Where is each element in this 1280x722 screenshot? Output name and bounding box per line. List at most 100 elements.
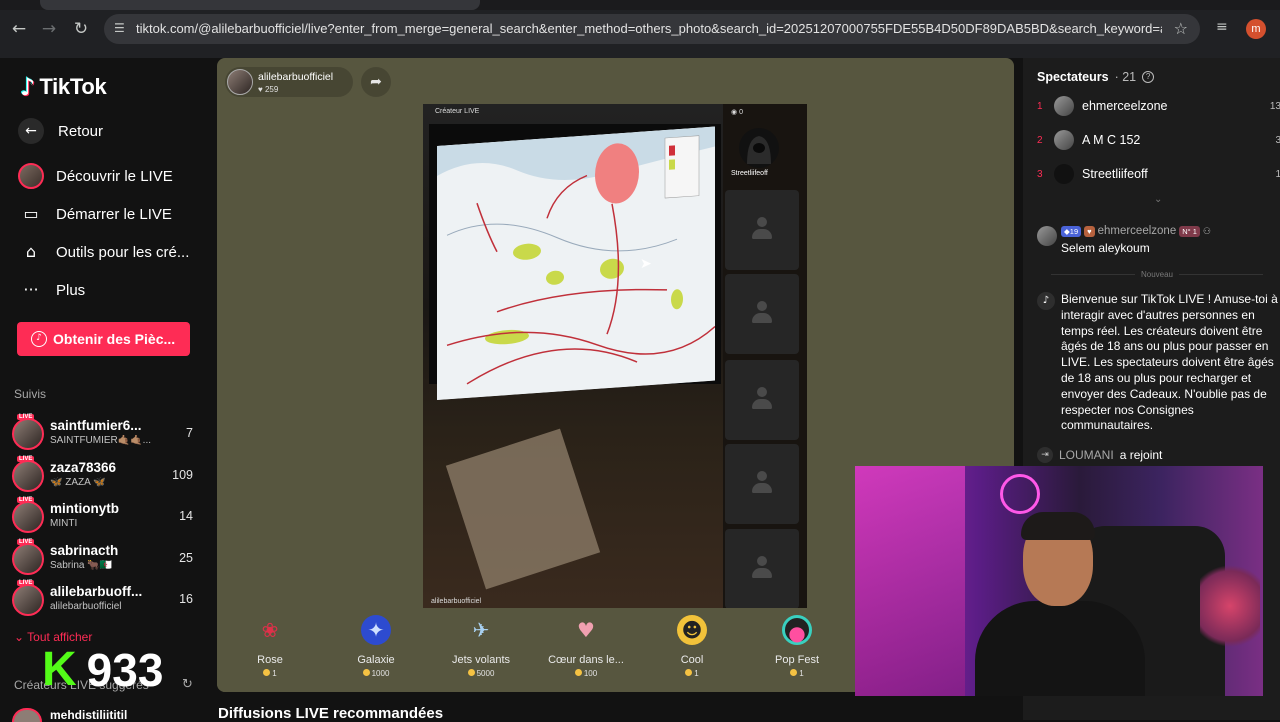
back-label: Retour	[58, 122, 104, 140]
hooded-guest-avatar[interactable]	[739, 128, 779, 168]
viewers-header[interactable]: Spectateurs · 21 ?	[1037, 70, 1155, 84]
viewer-count: 109	[172, 468, 193, 482]
gift-cool[interactable]: ☻ Cool 1	[640, 615, 744, 678]
gift-jets[interactable]: ✈ Jets volants 5000	[429, 615, 533, 678]
viewer-name: ehmerceelzone	[1082, 99, 1168, 113]
guest-name: Streetliifeoff	[731, 170, 768, 177]
avatar	[1054, 96, 1074, 116]
following-item[interactable]: LIVE sabrinacth Sabrina 🐂🇩🇿 25	[12, 539, 197, 579]
following-sub: MINTI	[50, 518, 78, 529]
menu-more[interactable]: ··· Plus	[18, 276, 85, 304]
recommended-title: Diffusions LIVE recommandées	[218, 705, 444, 722]
extensions-icon[interactable]: ≡	[1216, 19, 1234, 37]
camera-feed	[423, 104, 723, 608]
site-settings-icon[interactable]: ☰	[114, 21, 128, 35]
viewer-score: 13	[1269, 100, 1280, 112]
joined-user[interactable]: LOUMANI	[1059, 448, 1114, 462]
info-icon[interactable]: ?	[1142, 71, 1155, 83]
avatar	[12, 460, 44, 492]
neon-sign	[1000, 474, 1040, 514]
person-body	[975, 601, 1145, 696]
discover-avatar-icon	[18, 163, 44, 189]
gift-name: Jets volants	[451, 654, 511, 666]
viewer-row[interactable]: 3 Streetliifeoff 1	[1037, 162, 1280, 186]
guest-slot[interactable]	[725, 190, 799, 270]
viewer-count: 7	[186, 426, 193, 440]
gift-name: Cool	[680, 654, 704, 666]
overlay-number: 933	[86, 643, 164, 696]
gift-name: Rose	[257, 654, 283, 666]
viewer-score: 1	[1275, 168, 1280, 180]
gift-name: Pop Fest	[774, 654, 820, 666]
gift-galaxy[interactable]: ✦ Galaxie 1000	[324, 615, 428, 678]
gift-rose[interactable]: ❀ Rose 1	[218, 615, 322, 678]
following-item[interactable]: LIVE saintfumier6... SAINTFUMIER🤙🏽🤙🏽... …	[12, 414, 197, 454]
active-tab[interactable]	[40, 0, 480, 10]
get-coins-button[interactable]: ♪ Obtenir des Pièc...	[17, 322, 190, 356]
fan-badge: ♥	[1084, 225, 1095, 237]
url-text[interactable]: tiktok.com/@alilebarbuofficiel/live?ente…	[136, 21, 1162, 36]
gift-pop-fest[interactable]: ● Pop Fest 1	[745, 615, 849, 678]
gift-price: 1	[745, 669, 849, 678]
menu-discover-live[interactable]: Découvrir le LIVE	[18, 162, 173, 190]
menu-label: Outils pour les cré...	[56, 243, 190, 261]
viewer-name: Streetliifeoff	[1082, 167, 1148, 181]
viewer-count: 14	[179, 509, 193, 523]
stream-overlay-counter: K 933	[42, 642, 163, 697]
following-item[interactable]: LIVE zaza78366 🦋 ZAZA 🦋 109	[12, 456, 197, 496]
join-notice: ⇥ LOUMANI a rejoint	[1037, 447, 1162, 463]
video-username: alilebarbuofficiel	[431, 598, 482, 605]
heart-hands-icon: ♥	[577, 618, 595, 642]
guest-count: 0	[739, 109, 743, 116]
guest-slot[interactable]	[725, 444, 799, 524]
chevron-down-icon[interactable]: ⌄	[1154, 194, 1162, 205]
gift-price: 5000	[429, 669, 533, 678]
viewer-row[interactable]: 1 ehmerceelzone 13	[1037, 94, 1280, 118]
left-sidebar: ♪ TikTok ← Retour Découvrir le LIVE ▭ Dé…	[0, 58, 205, 722]
level-badge: ◆19	[1061, 225, 1082, 237]
viewer-row[interactable]: 2 A M C 152 3	[1037, 128, 1280, 152]
camera-icon: ▭	[23, 204, 39, 223]
enter-icon: ⇥	[1037, 447, 1053, 463]
menu-label: Découvrir le LIVE	[56, 167, 173, 185]
coin-icon: ♪	[31, 331, 47, 347]
host-info[interactable]: alilebarbuofficiel ♥ 259	[225, 67, 353, 97]
reload-icon[interactable]: ↻	[70, 18, 92, 40]
sunglasses-face-icon: ☻	[677, 615, 707, 645]
menu-start-live[interactable]: ▭ Démarrer le LIVE	[18, 200, 171, 228]
gift-price: 100	[534, 669, 638, 678]
live-video[interactable]: Créateur LIVE ◉ 0 Streetliifeoff alileba…	[423, 104, 807, 608]
forward-arrow-icon[interactable]: →	[38, 18, 60, 40]
creator-label: Créateur LIVE	[435, 108, 480, 115]
bookmark-star-icon[interactable]: ☆	[1174, 19, 1188, 38]
guest-slot[interactable]	[725, 360, 799, 440]
back-button[interactable]: ← Retour	[18, 118, 103, 144]
share-icon[interactable]: ➦	[361, 67, 391, 97]
tiktok-note-icon: ♪	[20, 73, 36, 101]
person-add-icon[interactable]: ⚇	[1203, 226, 1211, 237]
viewer-rank: 1	[1037, 100, 1043, 112]
profile-avatar[interactable]: m	[1246, 19, 1266, 39]
welcome-text: Bienvenue sur TikTok LIVE ! Amuse-toi à …	[1061, 292, 1278, 433]
following-item[interactable]: LIVE mintionytb MINTI 14	[12, 497, 197, 537]
more-icon: ···	[23, 280, 39, 299]
person-hair	[1021, 512, 1095, 540]
following-item[interactable]: LIVE alilebarbuoff... alilebarbuofficiel…	[12, 580, 197, 620]
following-title: Suivis	[14, 387, 47, 401]
avatar	[12, 543, 44, 575]
gift-heart-hands[interactable]: ♥ Cœur dans le... 100	[534, 615, 638, 678]
viewers-count: · 21	[1114, 70, 1137, 84]
following-name: zaza78366	[50, 460, 117, 475]
guest-slot[interactable]	[725, 529, 799, 608]
tiktok-logo[interactable]: ♪ TikTok	[20, 72, 107, 102]
avatar	[1054, 164, 1074, 184]
back-arrow-icon[interactable]: ←	[8, 18, 30, 40]
paper-sheet	[445, 428, 601, 590]
viewer-rank: 3	[1037, 168, 1043, 180]
menu-creator-tools[interactable]: ⌂ Outils pour les cré...	[18, 238, 189, 266]
host-likes: ♥ 259	[258, 85, 279, 94]
address-bar[interactable]: ☰ tiktok.com/@alilebarbuofficiel/live?en…	[104, 14, 1200, 44]
guest-slot[interactable]	[725, 274, 799, 354]
gift-price: 1	[640, 669, 744, 678]
refresh-icon[interactable]: ↻	[182, 677, 193, 692]
